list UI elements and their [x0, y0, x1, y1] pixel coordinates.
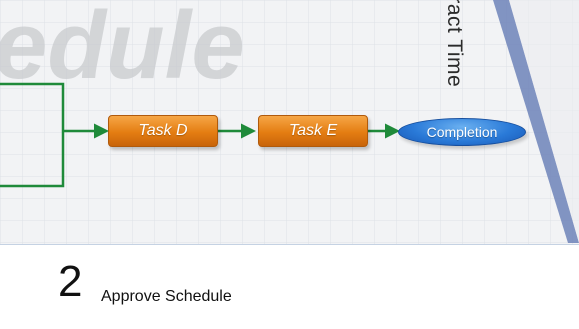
task-e-label: Task E: [288, 122, 338, 139]
task-d-label: Task D: [138, 122, 188, 139]
contract-time-label: tract Time: [443, 0, 466, 88]
completion-label: Completion: [426, 124, 498, 140]
caption-panel: [0, 244, 579, 329]
step-number: 2: [58, 257, 83, 306]
task-d-box[interactable]: Task D: [108, 115, 218, 147]
diagram-stage: edule Task D Task E Completion tract Tim…: [0, 0, 579, 329]
task-e-box[interactable]: Task E: [258, 115, 368, 147]
completion-milestone[interactable]: Completion: [398, 118, 526, 146]
step-label: Approve Schedule: [101, 288, 232, 305]
